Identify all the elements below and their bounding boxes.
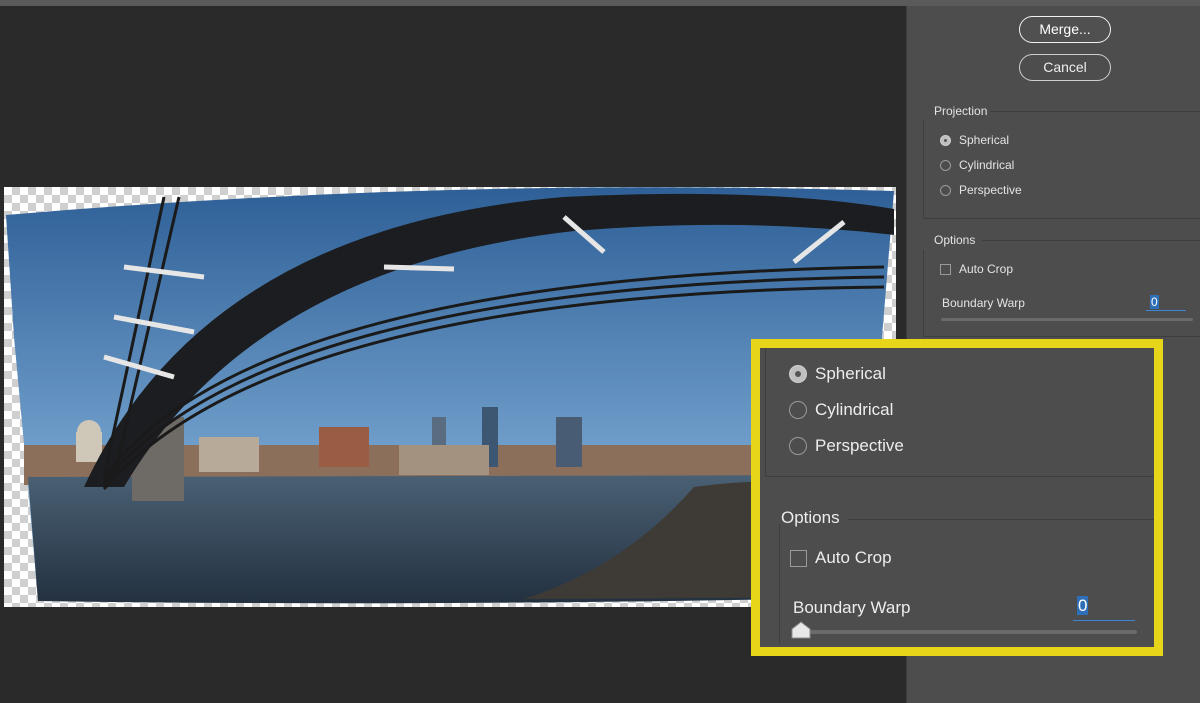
radio-perspective[interactable]: Perspective [940, 183, 1022, 197]
options-divider [982, 240, 1200, 241]
auto-crop-label: Auto Crop [959, 262, 1014, 276]
options-border-left [923, 250, 924, 336]
radio-cylindrical-button[interactable] [940, 159, 951, 171]
radio-cylindrical-label: Cylindrical [959, 158, 1015, 172]
zoomed-options-callout: Spherical Cylindrical Perspective Option… [751, 339, 1163, 656]
radio-spherical-label: Spherical [959, 133, 1010, 147]
callout-radio-cylindrical[interactable]: Cylindrical [789, 400, 893, 420]
radio-spherical[interactable]: Spherical [940, 133, 1009, 147]
boundary-warp-slider-track[interactable] [941, 318, 1193, 321]
callout-boundary-warp-slider-thumb[interactable] [790, 620, 812, 640]
callout-options-title: Options [781, 508, 840, 527]
callout-boundary-warp-slider-track[interactable] [792, 630, 1137, 634]
callout-projection-border-bottom [765, 476, 1154, 477]
options-title: Options [934, 233, 976, 247]
merge-button[interactable]: Merge... [1019, 16, 1111, 43]
projection-border-bottom [923, 218, 1200, 219]
callout-boundary-warp-label: Boundary Warp [793, 598, 911, 617]
callout-auto-crop-checkbox[interactable]: Auto Crop [790, 548, 892, 568]
callout-radio-perspective[interactable]: Perspective [789, 436, 904, 456]
auto-crop-box[interactable] [940, 263, 951, 275]
projection-title: Projection [934, 104, 988, 118]
boundary-warp-input[interactable]: 0 [1146, 295, 1186, 311]
radio-perspective-button[interactable] [940, 184, 951, 196]
radio-perspective-label: Perspective [959, 183, 1022, 197]
callout-radio-spherical[interactable]: Spherical [789, 364, 886, 384]
callout-auto-crop-box[interactable] [790, 549, 807, 567]
auto-crop-checkbox[interactable]: Auto Crop [940, 262, 1013, 276]
callout-radio-perspective-button[interactable] [789, 437, 807, 455]
callout-radio-cylindrical-label: Cylindrical [815, 400, 894, 419]
callout-auto-crop-label: Auto Crop [815, 548, 892, 567]
boundary-warp-label: Boundary Warp [942, 296, 1025, 310]
callout-radio-spherical-button[interactable] [789, 365, 807, 383]
callout-boundary-warp-input[interactable]: 0 [1073, 596, 1135, 621]
callout-radio-spherical-label: Spherical [815, 364, 886, 383]
projection-divider [990, 111, 1200, 112]
callout-radio-perspective-label: Perspective [815, 436, 904, 455]
radio-spherical-button[interactable] [940, 134, 951, 146]
projection-border-left [923, 120, 924, 218]
callout-radio-cylindrical-button[interactable] [789, 401, 807, 419]
radio-cylindrical[interactable]: Cylindrical [940, 158, 1014, 172]
cancel-button[interactable]: Cancel [1019, 54, 1111, 81]
callout-projection-border-left [765, 348, 766, 476]
callout-options-border-left [779, 524, 780, 644]
callout-options-divider [848, 519, 1154, 520]
options-border-bottom [923, 336, 1200, 337]
